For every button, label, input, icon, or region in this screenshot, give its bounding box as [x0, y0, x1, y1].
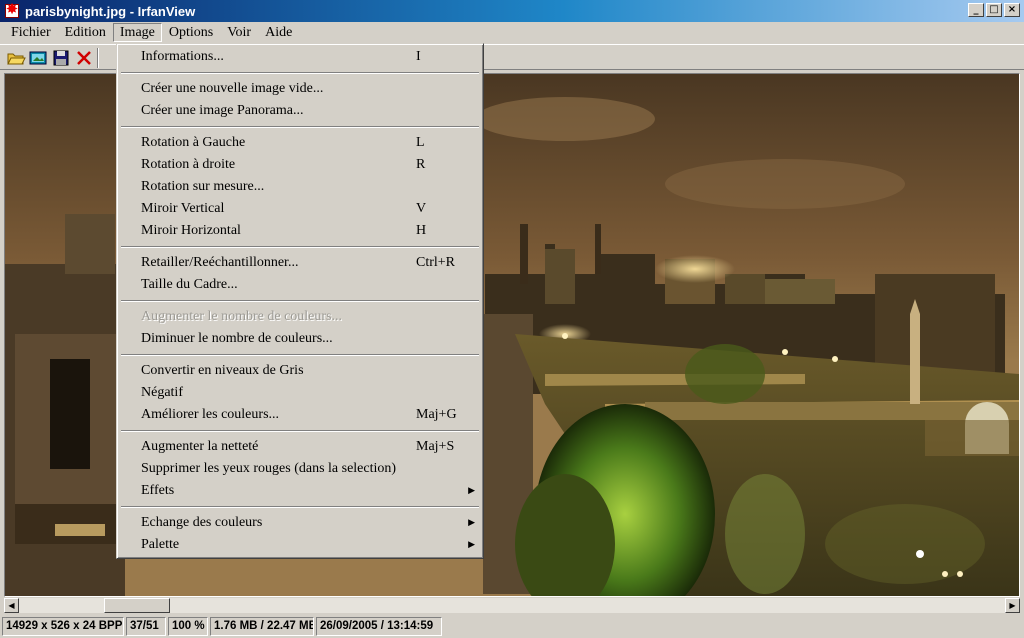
- menu-item-convertir-en-niveaux-de-gris[interactable]: Convertir en niveaux de Gris: [120, 360, 480, 382]
- menu-item-label: Rotation à Gauche: [141, 135, 246, 150]
- close-button[interactable]: ×: [1004, 3, 1020, 17]
- menu-item-label: Améliorer les couleurs...: [141, 407, 280, 422]
- menu-separator: [120, 296, 480, 306]
- menu-separator: [120, 426, 480, 436]
- menu-item-label: Convertir en niveaux de Gris: [141, 363, 304, 378]
- menu-item-label: Echange des couleurs: [141, 515, 263, 530]
- status-zoom: 100 %: [168, 617, 208, 636]
- menu-item-label: Augmenter le nombre de couleurs...: [141, 309, 342, 324]
- status-date: 26/09/2005 / 13:14:59: [316, 617, 442, 636]
- menu-item-label: Supprimer les yeux rouges (dans la selec…: [141, 461, 397, 476]
- menu-item-creer-une-image-panorama[interactable]: Créer une image Panorama...: [120, 100, 480, 122]
- menu-item-rotation-sur-mesure[interactable]: Rotation sur mesure...: [120, 176, 480, 198]
- menu-item-rotation-a-droite[interactable]: Rotation à droite R: [120, 154, 480, 176]
- menu-item-label: Miroir Horizontal: [141, 223, 241, 238]
- menu-aide[interactable]: Aide: [258, 23, 299, 42]
- menu-item-label: Retailler/Reéchantillonner...: [141, 255, 299, 270]
- menu-item-label: Négatif: [141, 385, 183, 400]
- menu-item-palette[interactable]: Palette ▶: [120, 534, 480, 556]
- menu-item-shortcut: L: [416, 135, 425, 150]
- menu-item-label: Informations...: [141, 49, 224, 64]
- menu-separator: [120, 122, 480, 132]
- menu-item-shortcut: V: [416, 201, 427, 216]
- menu-item-shortcut: H: [416, 223, 427, 238]
- status-bar: 14929 x 526 x 24 BPP 37/51 100 % 1.76 MB…: [0, 615, 1024, 638]
- status-file-index: 37/51: [126, 617, 166, 636]
- menu-item-label: Diminuer le nombre de couleurs...: [141, 331, 333, 346]
- menu-item-taille-du-cadre[interactable]: Taille du Cadre...: [120, 274, 480, 296]
- menu-item-shortcut: Maj+G: [416, 407, 457, 422]
- menu-item-label: Palette: [141, 537, 180, 552]
- menu-item-label: Créer une image Panorama...: [141, 103, 304, 118]
- title-bar[interactable]: ✸ parisbynight.jpg - IrfanView _ □ ×: [0, 0, 1024, 22]
- menu-item-supprimer-les-yeux-rouges-dans-la-selection[interactable]: Supprimer les yeux rouges (dans la selec…: [120, 458, 480, 480]
- scroll-thumb[interactable]: [104, 598, 170, 613]
- menu-item-label: Augmenter la netteté: [141, 439, 259, 454]
- status-dimensions: 14929 x 526 x 24 BPP: [2, 617, 124, 636]
- maximize-button[interactable]: □: [986, 3, 1002, 17]
- menu-item-shortcut: Maj+S: [416, 439, 455, 454]
- menu-item-effets[interactable]: Effets ▶: [120, 480, 480, 502]
- minimize-button[interactable]: _: [968, 3, 984, 17]
- image-menu-dropdown: Informations... I Créer une nouvelle image…: [116, 43, 484, 559]
- irfanview-app-icon[interactable]: ✸: [4, 2, 20, 19]
- menu-item-ameliorer-les-couleurs[interactable]: Améliorer les couleurs... Maj+G: [120, 404, 480, 426]
- status-memory: 1.76 MB / 22.47 MB: [210, 617, 314, 636]
- menu-separator: [120, 68, 480, 78]
- menu-item-creer-une-nouvelle-image-vide[interactable]: Créer une nouvelle image vide...: [120, 78, 480, 100]
- submenu-arrow-icon: ▶: [468, 486, 475, 496]
- menu-separator: [120, 502, 480, 512]
- menu-item-miroir-horizontal[interactable]: Miroir Horizontal H: [120, 220, 480, 242]
- menu-bar: Fichier Edition Image Options Voir Aide: [0, 22, 1024, 43]
- menu-image[interactable]: Image: [112, 23, 162, 42]
- menu-item-negatif[interactable]: Négatif: [120, 382, 480, 404]
- menu-item-label: Rotation à droite: [141, 157, 236, 172]
- toolbar-separator: [97, 48, 99, 68]
- submenu-arrow-icon: ▶: [468, 518, 475, 528]
- menu-item-informations[interactable]: Informations... I: [120, 46, 480, 68]
- menu-item-label: Miroir Vertical: [141, 201, 225, 216]
- menu-item-label: Effets: [141, 483, 175, 498]
- menu-item-miroir-vertical[interactable]: Miroir Vertical V: [120, 198, 480, 220]
- window-title: parisbynight.jpg - IrfanView: [25, 3, 196, 19]
- menu-item-diminuer-le-nombre-de-couleurs[interactable]: Diminuer le nombre de couleurs...: [120, 328, 480, 350]
- window-controls: _ □ ×: [966, 3, 1020, 17]
- menu-item-augmenter-la-nettete[interactable]: Augmenter la netteté Maj+S: [120, 436, 480, 458]
- menu-item-label: Créer une nouvelle image vide...: [141, 81, 324, 96]
- menu-fichier[interactable]: Fichier: [4, 23, 58, 42]
- slideshow-icon[interactable]: [28, 48, 48, 68]
- menu-item-rotation-a-gauche[interactable]: Rotation à Gauche L: [120, 132, 480, 154]
- save-disk-icon[interactable]: [51, 48, 71, 68]
- submenu-arrow-icon: ▶: [468, 540, 475, 550]
- menu-item-echange-des-couleurs[interactable]: Echange des couleurs ▶: [120, 512, 480, 534]
- menu-item-shortcut: Ctrl+R: [416, 255, 456, 270]
- menu-options[interactable]: Options: [162, 23, 220, 42]
- menu-edition[interactable]: Edition: [58, 23, 113, 42]
- scroll-right-arrow-icon[interactable]: ▶: [1005, 598, 1020, 613]
- menu-item-label: Taille du Cadre...: [141, 277, 238, 292]
- horizontal-scrollbar[interactable]: ◀ ▶: [4, 598, 1020, 613]
- menu-separator: [120, 350, 480, 360]
- menu-item-retailler-reechantillonner[interactable]: Retailler/Reéchantillonner... Ctrl+R: [120, 252, 480, 274]
- delete-x-icon[interactable]: [74, 48, 94, 68]
- open-folder-icon[interactable]: [6, 48, 26, 68]
- menu-separator: [120, 242, 480, 252]
- menu-item-shortcut: R: [416, 157, 426, 172]
- menu-item-shortcut: I: [416, 49, 421, 64]
- menu-item-label: Rotation sur mesure...: [141, 179, 265, 194]
- menu-voir[interactable]: Voir: [220, 23, 258, 42]
- menu-item-augmenter-le-nombre-de-couleurs: Augmenter le nombre de couleurs...: [120, 306, 480, 328]
- scroll-left-arrow-icon[interactable]: ◀: [4, 598, 19, 613]
